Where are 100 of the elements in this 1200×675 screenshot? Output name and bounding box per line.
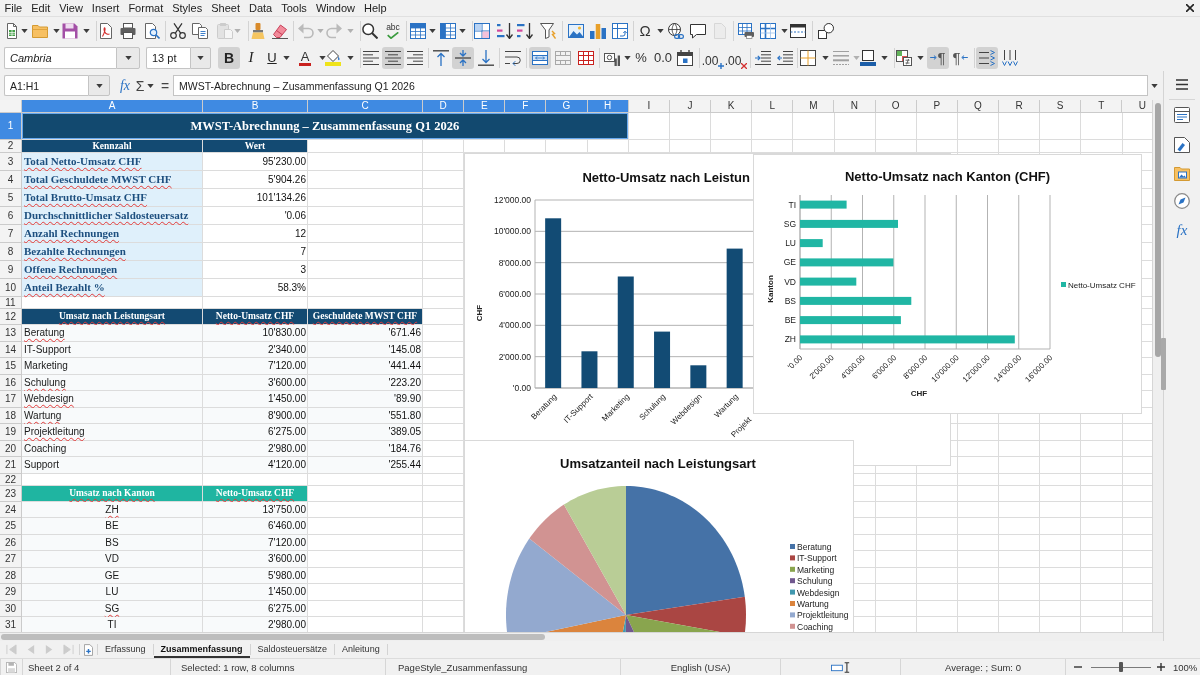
menu-item[interactable]: Styles [167, 0, 207, 16]
row-header[interactable]: 31 [0, 617, 22, 632]
page-plus-icon[interactable] [84, 643, 93, 656]
row-header[interactable]: 25 [0, 518, 22, 535]
underline-button[interactable]: U [261, 46, 283, 69]
column-header[interactable]: D [423, 100, 465, 113]
row-header[interactable]: 17 [0, 391, 22, 408]
caret-icon[interactable] [623, 55, 631, 60]
row-header[interactable]: 8 [0, 243, 22, 261]
sheet-tab[interactable]: Saldosteuersätze [250, 641, 335, 658]
delete-decimal-button[interactable]: .00 [725, 46, 747, 69]
spreadsheet-document-icon[interactable] [4, 22, 20, 39]
pdf-document-icon[interactable] [98, 22, 114, 39]
formula-button[interactable]: = [159, 74, 171, 97]
column-header[interactable]: G [546, 100, 588, 113]
border-color-icon[interactable] [860, 49, 876, 66]
pivot-table-icon[interactable] [612, 22, 628, 39]
cross-icon[interactable] [741, 62, 748, 69]
column-header[interactable]: L [752, 100, 794, 113]
column-header[interactable]: N [834, 100, 876, 113]
split-grid-icon[interactable] [578, 49, 594, 66]
row-header[interactable]: 3 [0, 153, 22, 171]
row-header[interactable]: 19 [0, 424, 22, 441]
picture-folder-icon[interactable] [1174, 165, 1190, 181]
caret-icon[interactable] [318, 55, 326, 60]
frozen-grid-icon[interactable] [760, 22, 776, 39]
left-to-right-button[interactable]: ¶ [927, 46, 949, 69]
column-header[interactable]: E [464, 100, 506, 113]
funnel-icon[interactable] [540, 22, 556, 39]
menu-item[interactable]: Insert [87, 0, 124, 16]
table-printer-icon[interactable] [738, 22, 754, 39]
caret-icon[interactable] [95, 83, 103, 88]
eraser-icon[interactable] [272, 22, 288, 39]
two-pages-icon[interactable] [192, 22, 208, 39]
menu-item[interactable]: Format [123, 0, 168, 16]
borders-icon[interactable] [800, 49, 816, 66]
number-format-button[interactable]: 0.0 [652, 46, 674, 69]
caret-icon[interactable] [146, 83, 154, 88]
scissors-icon[interactable] [170, 22, 186, 39]
column-header[interactable]: O [875, 100, 917, 113]
page-magnifier-icon[interactable] [144, 22, 160, 39]
row-header[interactable]: 11 [0, 297, 22, 309]
font-color-button[interactable]: A [294, 46, 316, 69]
language-label[interactable]: English (USA) [670, 661, 731, 673]
sheet-tab[interactable]: Zusammenfassung [153, 641, 250, 658]
sliders-page-icon[interactable] [1174, 107, 1190, 123]
menu-icon[interactable] [1176, 79, 1188, 90]
speech-bubble-icon[interactable] [690, 22, 706, 39]
sheet-tab[interactable]: Erfassung [98, 641, 153, 658]
column-header[interactable]: R [998, 100, 1041, 113]
dropdown-button[interactable] [116, 46, 140, 69]
page-style-label[interactable]: PageStyle_Zusammenfassung [398, 661, 528, 673]
caret-icon[interactable] [880, 55, 888, 60]
row-header[interactable]: 29 [0, 584, 22, 601]
zoom-percentage-label[interactable]: 100% [1173, 661, 1198, 673]
row-header[interactable]: 15 [0, 358, 22, 375]
sheet-tab[interactable]: Anleitung [335, 641, 387, 658]
column-header[interactable]: U [1122, 100, 1152, 113]
sort-descending-icon[interactable] [517, 22, 533, 39]
globe-link-icon[interactable] [668, 22, 684, 39]
scrollbar-thumb[interactable] [1, 634, 545, 640]
menu-item[interactable]: View [54, 0, 88, 16]
row-header[interactable]: 6 [0, 207, 22, 225]
right-to-left-button[interactable]: ¶ [949, 46, 971, 69]
plus-icon[interactable] [718, 62, 725, 69]
row-header[interactable]: 7 [0, 225, 22, 243]
caret-icon[interactable] [124, 55, 132, 60]
column-header[interactable]: Q [957, 100, 999, 113]
scrollbar-thumb[interactable] [1155, 103, 1161, 357]
column-header[interactable]: I [628, 100, 670, 113]
column-header[interactable]: C [308, 100, 423, 113]
style-brush-icon[interactable] [1174, 137, 1190, 153]
close-icon[interactable] [1186, 4, 1194, 12]
column-header[interactable]: F [505, 100, 547, 113]
caret-icon[interactable] [458, 28, 466, 33]
paintbrush-icon[interactable] [250, 22, 266, 39]
caret-icon[interactable] [197, 55, 204, 60]
function-wizard-button[interactable]: fx [117, 74, 133, 97]
menu-item[interactable]: Data [244, 0, 277, 16]
caret-icon[interactable] [346, 55, 354, 60]
menu-item[interactable]: File [0, 0, 27, 16]
caret-icon[interactable] [656, 28, 664, 33]
sum-button[interactable]: Σ [134, 74, 146, 97]
caret-icon[interactable] [780, 28, 788, 33]
table-columns-icon[interactable] [440, 22, 456, 39]
plus-icon[interactable] [1157, 663, 1165, 671]
slider-thumb[interactable] [1119, 662, 1123, 672]
menu-item[interactable]: Help [359, 0, 392, 16]
dropdown-button[interactable] [88, 75, 110, 96]
menu-item[interactable]: Window [311, 0, 360, 16]
shapes-icon[interactable] [818, 22, 834, 39]
column-header[interactable]: A [22, 100, 203, 113]
column-header[interactable]: J [669, 100, 711, 113]
caret-icon[interactable] [20, 28, 28, 33]
font-size-field[interactable]: 13 pt [146, 46, 190, 69]
italic-button[interactable]: I [240, 46, 262, 69]
increase-indent-icon[interactable] [755, 49, 771, 66]
bar-chart-icon[interactable] [590, 22, 606, 39]
caret-icon[interactable] [282, 55, 290, 60]
row-header[interactable]: 13 [0, 325, 22, 342]
